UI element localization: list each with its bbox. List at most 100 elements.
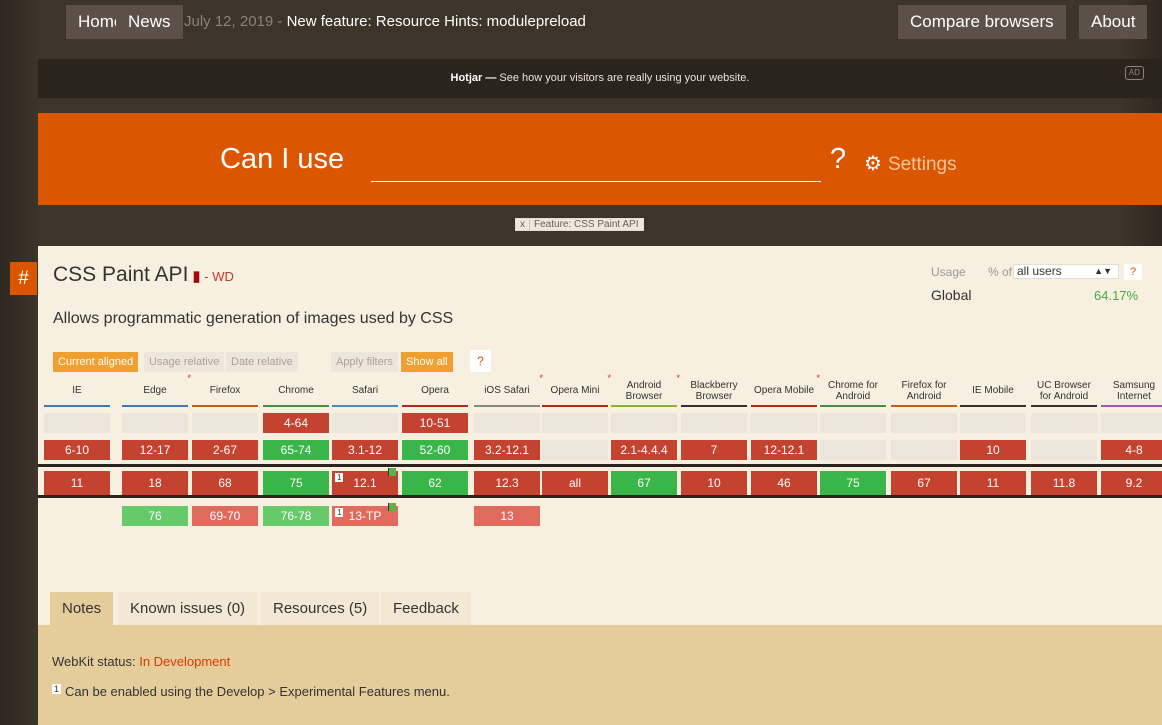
current-aligned-button[interactable]: Current aligned (53, 352, 139, 372)
browser-name: Samsung Internet (1112, 379, 1156, 402)
support-cell-empty (122, 413, 188, 433)
support-cell[interactable]: 2-67 (192, 440, 258, 460)
ad-text: See how your visitors are really using y… (499, 72, 750, 84)
support-cell[interactable]: 2.1-4.4.4 (611, 440, 677, 460)
nav-about-link[interactable]: About (1079, 5, 1148, 39)
support-cell-empty (332, 413, 398, 433)
search-header: Can I use ? ⚙ Settings (38, 113, 1162, 205)
settings-label: Settings (887, 154, 957, 175)
browser-header-13[interactable]: IE Mobile (960, 375, 1026, 406)
apply-filters-button[interactable]: Apply filters (331, 352, 398, 372)
support-cell (891, 440, 957, 460)
news-separator: - (273, 13, 287, 30)
browser-header-12[interactable]: Firefox for Android (891, 375, 957, 406)
browser-header-11[interactable]: Chrome for Android (820, 375, 886, 406)
feature-anchor-link[interactable]: # (10, 262, 37, 295)
browser-header-6[interactable]: iOS Safari * (474, 373, 543, 406)
support-cell (1031, 440, 1097, 460)
support-cell[interactable]: 7 (681, 440, 747, 460)
nav-news-link[interactable]: News (116, 5, 183, 39)
browser-header-2[interactable]: Firefox (192, 375, 258, 406)
news-title[interactable]: New feature: Resource Hints: moduleprelo… (287, 13, 586, 30)
webkit-status-link[interactable]: In Development (139, 654, 230, 669)
browser-name: Chrome (278, 385, 314, 396)
support-cell[interactable]: 6-10 (44, 440, 110, 460)
support-cell[interactable]: 10-51 (402, 413, 468, 433)
browser-name: Blackberry Browser (690, 379, 738, 402)
browser-color-bar (122, 405, 188, 407)
usage-relative-button[interactable]: Usage relative (144, 352, 225, 372)
date-relative-button[interactable]: Date relative (226, 352, 298, 372)
browser-color-bar (681, 405, 747, 407)
browser-header-7[interactable]: Opera Mini * (542, 373, 611, 406)
top-navigation: Home News July 12, 2019 - New feature: R… (38, 0, 1162, 44)
support-cell[interactable]: 12-17 (122, 440, 188, 460)
browser-name: Firefox (209, 385, 241, 396)
browser-color-bar (332, 405, 398, 407)
browser-header-1[interactable]: Edge * (122, 373, 191, 406)
remove-filter-button[interactable]: x (516, 219, 530, 230)
browser-color-bar (44, 405, 110, 407)
browser-name: Chrome for Android (827, 379, 878, 402)
browser-header-15[interactable]: Samsung Internet (1101, 375, 1162, 406)
tab-notes[interactable]: Notes (50, 592, 114, 625)
spec-status-badge[interactable]: WD (212, 269, 234, 284)
tab-resources[interactable]: Resources (5) (261, 592, 380, 625)
browser-header-9[interactable]: Blackberry Browser (681, 375, 747, 406)
usage-users-select[interactable]: all users ▲▼ (1013, 264, 1119, 279)
tab-feedback[interactable]: Feedback (381, 592, 471, 625)
search-help-question[interactable]: ? (830, 143, 846, 176)
support-cell-empty (891, 413, 957, 433)
feature-title: CSS Paint API ▮ - WD (53, 263, 234, 287)
feature-filter-chip: x Feature: CSS Paint API (515, 218, 644, 231)
browser-color-bar (1031, 405, 1097, 407)
support-cell[interactable]: 76 (122, 506, 188, 526)
support-cell[interactable]: 10 (960, 440, 1026, 460)
support-cell[interactable]: 4-64 (263, 413, 329, 433)
support-cell-empty (960, 413, 1026, 433)
support-cell[interactable]: 65-74 (263, 440, 329, 460)
support-version: 4-8 (1125, 443, 1143, 457)
support-cell-empty (611, 413, 677, 433)
support-cell-empty (820, 413, 886, 433)
support-cell[interactable]: 13 (474, 506, 540, 526)
support-cell[interactable]: 4-8 (1101, 440, 1162, 460)
support-version: 3.1-12 (347, 443, 383, 457)
browser-name: IE (72, 385, 82, 396)
support-cell[interactable]: 3.1-12 (332, 440, 398, 460)
support-cell[interactable]: 52-60 (402, 440, 468, 460)
browser-header-0[interactable]: IE (44, 375, 110, 406)
status-separator: - (200, 269, 213, 284)
browser-header-8[interactable]: Android Browser * (611, 373, 680, 406)
ad-badge[interactable]: AD (1124, 66, 1144, 80)
select-arrows-icon: ▲▼ (1094, 266, 1112, 276)
support-version: 10 (986, 443, 1000, 457)
browser-header-3[interactable]: Chrome (263, 375, 329, 406)
browser-color-bar (960, 405, 1026, 407)
news-headline[interactable]: July 12, 2019 - New feature: Resource Hi… (184, 5, 586, 39)
browser-header-14[interactable]: UC Browser for Android (1031, 375, 1097, 406)
browser-header-4[interactable]: Safari (332, 375, 398, 406)
ad-banner[interactable]: Hotjar — See how your visitors are reall… (38, 59, 1162, 98)
settings-button[interactable]: ⚙ Settings (864, 151, 957, 176)
usage-label: Usage (931, 265, 966, 279)
show-all-button[interactable]: Show all (401, 352, 453, 372)
support-version: 3.2-12.1 (484, 443, 530, 457)
toolbar-help-button[interactable]: ? (470, 350, 491, 372)
tab-known-issues[interactable]: Known issues (0) (118, 592, 258, 625)
support-cell[interactable]: 12-12.1 (751, 440, 817, 460)
support-cell-empty (751, 413, 817, 433)
browser-header-10[interactable]: Opera Mobile * (751, 373, 820, 406)
document-icon[interactable]: ▮ (192, 268, 200, 285)
support-cell[interactable]: 69-70 (192, 506, 258, 526)
browser-header-5[interactable]: Opera (402, 375, 468, 406)
support-cell[interactable]: 1 13-TP (332, 503, 398, 526)
support-cell-empty (1031, 413, 1097, 433)
support-cell[interactable]: 76-78 (263, 506, 329, 526)
nav-compare-browsers-link[interactable]: Compare browsers (898, 5, 1066, 39)
support-cell[interactable]: 3.2-12.1 (474, 440, 540, 460)
usage-help-button[interactable]: ? (1124, 264, 1142, 280)
search-input[interactable] (371, 181, 821, 182)
support-version: 10-51 (419, 416, 451, 430)
browser-name: IE Mobile (972, 385, 1014, 396)
